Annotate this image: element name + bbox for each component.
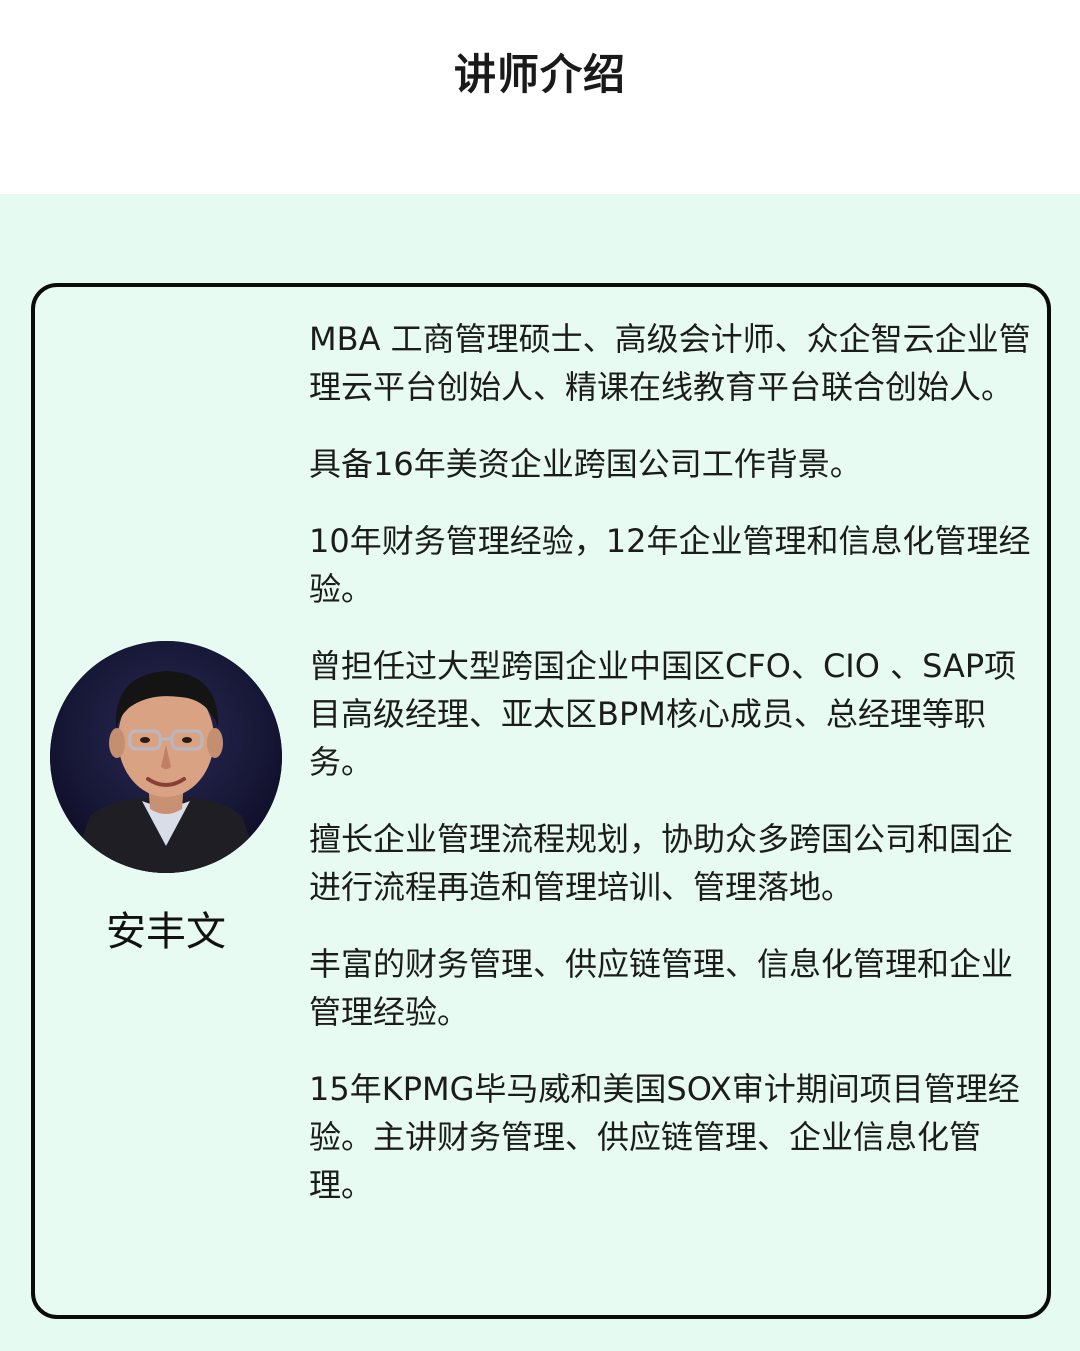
bio-paragraph: MBA 工商管理硕士、高级会计师、众企智云企业管理云平台创始人、精课在线教育平台… <box>309 320 1031 406</box>
instructor-name: 安丰文 <box>106 909 226 955</box>
bio-list: MBA 工商管理硕士、高级会计师、众企智云企业管理云平台创始人、精课在线教育平台… <box>309 315 1031 1238</box>
portrait-photo-icon <box>50 641 282 873</box>
bio-paragraph: 具备16年美资企业跨国公司工作背景。 <box>309 445 862 483</box>
instructor-card: 安丰文 MBA 工商管理硕士、高级会计师、众企智云企业管理云平台创始人、精课在线… <box>31 283 1051 1319</box>
bio-paragraph: 擅长企业管理流程规划，协助众多跨国公司和国企进行流程再造和管理培训、管理落地。 <box>309 820 1014 906</box>
instructor-avatar <box>50 641 282 873</box>
page-header: 讲师介绍 <box>0 0 1080 194</box>
bio-paragraph: 15年KPMG毕马威和美国SOX审计期间项目管理经验。主讲财务管理、供应链管理、… <box>309 1070 1020 1204</box>
page-title: 讲师介绍 <box>453 50 626 99</box>
bio-paragraph: 丰富的财务管理、供应链管理、信息化管理和企业管理经验。 <box>309 945 1014 1031</box>
content-area: 安丰文 MBA 工商管理硕士、高级会计师、众企智云企业管理云平台创始人、精课在线… <box>0 194 1080 1351</box>
bio-paragraph: 曾担任过大型跨国企业中国区CFO、CIO 、SAP项目高级经理、亚太区BPM核心… <box>309 647 1017 781</box>
bio-paragraph: 10年财务管理经验，12年企业管理和信息化管理经验。 <box>309 522 1031 608</box>
